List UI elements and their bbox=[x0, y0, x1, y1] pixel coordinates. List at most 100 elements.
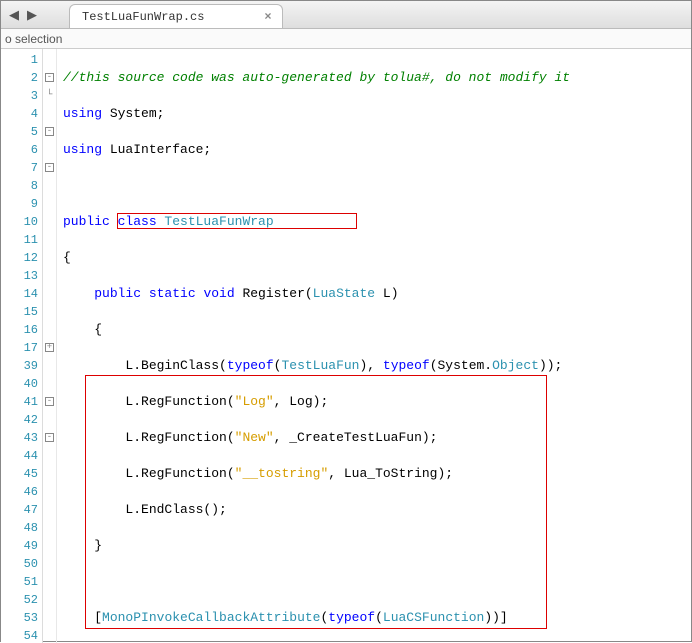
line-number: 40 bbox=[1, 375, 42, 393]
fold-marker bbox=[43, 573, 56, 591]
line-number: 48 bbox=[1, 519, 42, 537]
line-number: 51 bbox=[1, 573, 42, 591]
nav-forward-icon[interactable]: ▶ bbox=[23, 2, 41, 28]
fold-marker bbox=[43, 267, 56, 285]
code-token: LuaInterface; bbox=[102, 142, 211, 157]
line-number: 11 bbox=[1, 231, 42, 249]
code-token: LuaCSFunction bbox=[383, 610, 484, 625]
fold-marker bbox=[43, 357, 56, 375]
line-number: 2 bbox=[1, 69, 42, 87]
fold-gutter: -└--+-- bbox=[43, 49, 57, 643]
fold-marker[interactable]: - bbox=[43, 123, 56, 141]
line-number: 10 bbox=[1, 213, 42, 231]
code-token: "New" bbox=[235, 430, 274, 445]
code-token: { bbox=[94, 322, 102, 337]
code-token: static bbox=[141, 286, 196, 301]
fold-marker bbox=[43, 609, 56, 627]
fold-marker bbox=[43, 627, 56, 643]
line-number: 46 bbox=[1, 483, 42, 501]
tab-bar: ◀ ▶ TestLuaFunWrap.cs × bbox=[1, 1, 691, 29]
code-token: "__tostring" bbox=[235, 466, 329, 481]
line-number: 47 bbox=[1, 501, 42, 519]
line-number: 50 bbox=[1, 555, 42, 573]
fold-marker bbox=[43, 519, 56, 537]
code-token: typeof bbox=[383, 358, 430, 373]
line-number: 43 bbox=[1, 429, 42, 447]
code-token: L.RegFunction( bbox=[125, 466, 234, 481]
line-number: 41 bbox=[1, 393, 42, 411]
code-token: L.RegFunction( bbox=[125, 394, 234, 409]
line-number: 42 bbox=[1, 411, 42, 429]
code-token: Object bbox=[492, 358, 539, 373]
line-number-gutter: 1234567891011121314151617394041424344454… bbox=[1, 49, 43, 643]
line-number: 44 bbox=[1, 447, 42, 465]
fold-marker bbox=[43, 285, 56, 303]
fold-marker bbox=[43, 249, 56, 267]
line-number: 45 bbox=[1, 465, 42, 483]
fold-marker: └ bbox=[43, 87, 56, 105]
code-token: TestLuaFunWrap bbox=[157, 214, 274, 229]
nav-back-icon[interactable]: ◀ bbox=[5, 2, 23, 28]
code-token: LuaState bbox=[313, 286, 375, 301]
fold-marker bbox=[43, 231, 56, 249]
line-number: 52 bbox=[1, 591, 42, 609]
fold-marker bbox=[43, 501, 56, 519]
line-number: 16 bbox=[1, 321, 42, 339]
fold-marker bbox=[43, 411, 56, 429]
line-number: 15 bbox=[1, 303, 42, 321]
line-number: 9 bbox=[1, 195, 42, 213]
code-token: TestLuaFun bbox=[281, 358, 359, 373]
fold-marker bbox=[43, 321, 56, 339]
line-number: 39 bbox=[1, 357, 42, 375]
fold-marker[interactable]: - bbox=[43, 393, 56, 411]
fold-marker bbox=[43, 177, 56, 195]
fold-marker bbox=[43, 537, 56, 555]
code-token: class bbox=[110, 214, 157, 229]
line-number: 6 bbox=[1, 141, 42, 159]
code-token: L.RegFunction( bbox=[125, 430, 234, 445]
code-token: System; bbox=[102, 106, 164, 121]
code-area[interactable]: //this source code was auto-generated by… bbox=[57, 49, 691, 643]
file-tab[interactable]: TestLuaFunWrap.cs × bbox=[69, 4, 283, 28]
fold-marker[interactable]: - bbox=[43, 159, 56, 177]
code-token: } bbox=[94, 538, 102, 553]
line-number: 3 bbox=[1, 87, 42, 105]
line-number: 8 bbox=[1, 177, 42, 195]
line-number: 13 bbox=[1, 267, 42, 285]
breadcrumb[interactable]: o selection bbox=[1, 29, 691, 49]
line-number: 53 bbox=[1, 609, 42, 627]
code-token: typeof bbox=[227, 358, 274, 373]
fold-marker bbox=[43, 465, 56, 483]
line-number: 4 bbox=[1, 105, 42, 123]
code-token: [ bbox=[94, 610, 102, 625]
line-number: 17 bbox=[1, 339, 42, 357]
code-token: Register( bbox=[235, 286, 313, 301]
fold-marker bbox=[43, 591, 56, 609]
fold-marker bbox=[43, 51, 56, 69]
code-token: (System. bbox=[430, 358, 492, 373]
fold-marker bbox=[43, 105, 56, 123]
code-token: public bbox=[94, 286, 141, 301]
fold-marker bbox=[43, 141, 56, 159]
code-token: ))] bbox=[484, 610, 507, 625]
line-number: 49 bbox=[1, 537, 42, 555]
fold-marker[interactable]: - bbox=[43, 69, 56, 87]
line-number: 7 bbox=[1, 159, 42, 177]
line-number: 14 bbox=[1, 285, 42, 303]
code-token: using bbox=[63, 106, 102, 121]
code-token: ), bbox=[359, 358, 382, 373]
fold-marker[interactable]: + bbox=[43, 339, 56, 357]
code-token: { bbox=[63, 250, 71, 265]
fold-marker bbox=[43, 375, 56, 393]
close-icon[interactable]: × bbox=[264, 10, 271, 24]
fold-marker bbox=[43, 213, 56, 231]
code-token: L) bbox=[375, 286, 398, 301]
code-editor: 1234567891011121314151617394041424344454… bbox=[1, 49, 691, 643]
breadcrumb-text: o selection bbox=[5, 32, 62, 46]
fold-marker[interactable]: - bbox=[43, 429, 56, 447]
line-number: 54 bbox=[1, 627, 42, 643]
code-token: , _CreateTestLuaFun); bbox=[274, 430, 438, 445]
code-token: L.EndClass(); bbox=[125, 502, 226, 517]
code-token: L.BeginClass( bbox=[125, 358, 226, 373]
fold-marker bbox=[43, 555, 56, 573]
